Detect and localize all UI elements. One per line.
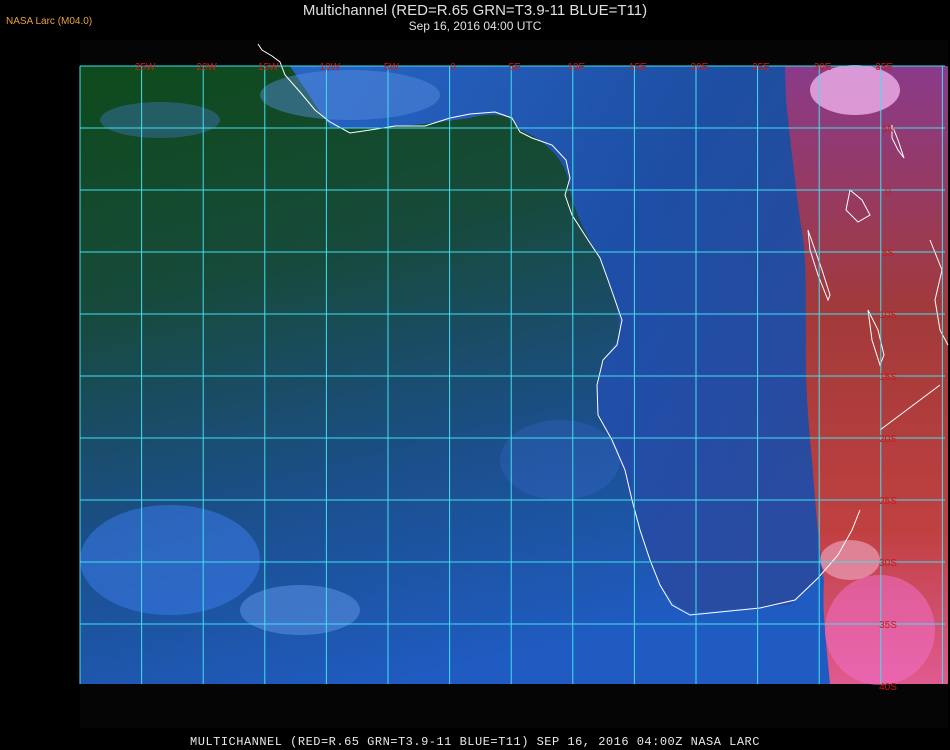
longitude-label: 25E	[752, 62, 770, 73]
longitude-label: 10W	[320, 62, 341, 73]
latitude-label: 0	[885, 186, 891, 197]
latitude-label: 20S	[879, 434, 897, 445]
latitude-label: 35S	[879, 620, 897, 631]
satellite-map: 25W 20W 15W 10W 5W 0 5E 10E 15E 20E 25E 30E 35E 5N 0 5…	[79, 40, 949, 728]
latitude-label: 10S	[879, 310, 897, 321]
longitude-label: 10E	[567, 62, 585, 73]
latitude-label: 25S	[879, 496, 897, 507]
latitude-label: 30S	[879, 558, 897, 569]
longitude-label: 30E	[814, 62, 832, 73]
longitude-label: 20W	[196, 62, 217, 73]
longitude-label: 5W	[384, 62, 400, 73]
longitude-label: 0	[450, 62, 456, 73]
longitude-label: 20E	[691, 62, 709, 73]
longitude-label: 15E	[629, 62, 647, 73]
latitude-label: 5N	[882, 124, 895, 135]
footer-caption: MULTICHANNEL (RED=R.65 GRN=T3.9-11 BLUE=…	[190, 735, 760, 749]
longitude-label: 15W	[258, 62, 279, 73]
latitude-label: 40S	[879, 682, 897, 693]
longitude-label: 5E	[508, 62, 521, 73]
latitude-label: 15S	[879, 372, 897, 383]
latitude-label: 5S	[882, 248, 895, 259]
longitude-label: 35E	[875, 62, 893, 73]
longitude-label: 25W	[135, 62, 156, 73]
